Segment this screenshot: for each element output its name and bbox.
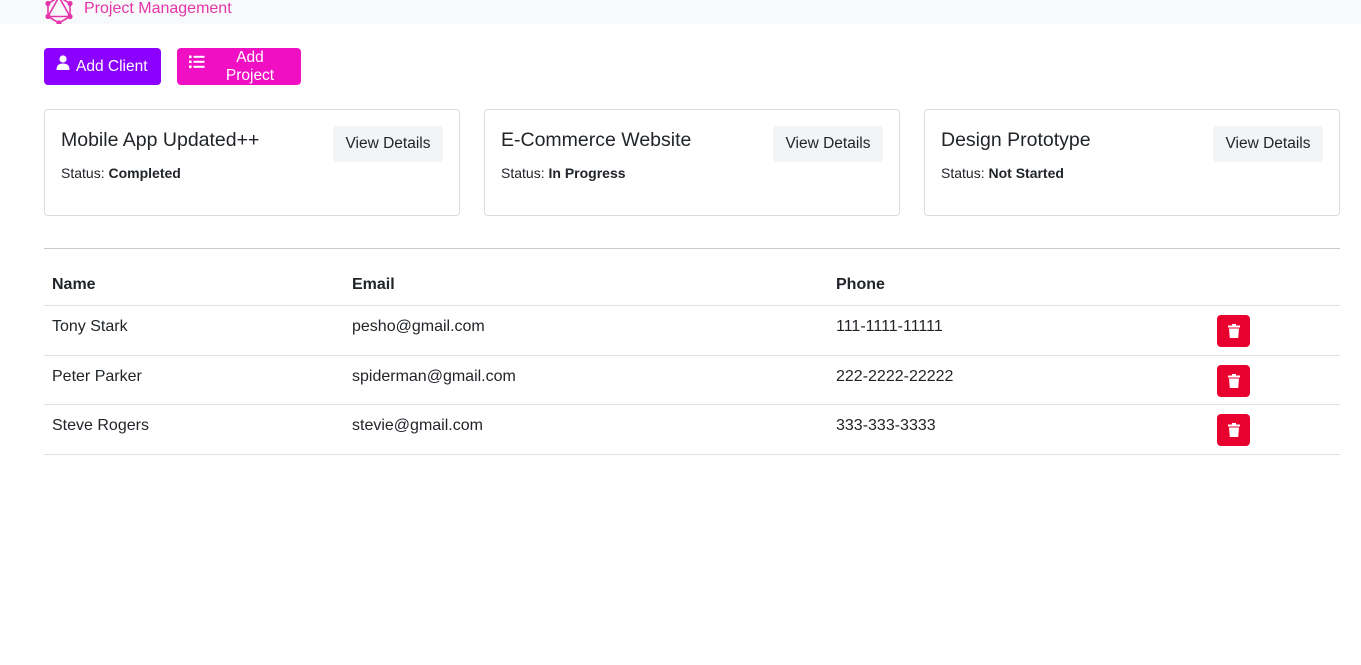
client-name: Steve Rogers (52, 417, 149, 434)
view-details-button[interactable]: View Details (333, 126, 443, 162)
client-email: stevie@gmail.com (352, 417, 483, 434)
delete-client-button[interactable] (1217, 414, 1250, 446)
header-email: Email (352, 276, 395, 293)
table-row: Steve Rogers stevie@gmail.com 333-333-33… (44, 405, 1340, 455)
add-project-label: Add Project (225, 48, 275, 84)
project-cards: Mobile App Updated++ Status: Completed V… (44, 109, 1340, 216)
project-status: Status: Completed (61, 165, 181, 181)
status-value: In Progress (548, 165, 626, 181)
navbar: Project Management (0, 0, 1361, 24)
table-header-row: Name Email Phone (44, 266, 1340, 306)
project-card: E-Commerce Website Status: In Progress V… (484, 109, 900, 216)
project-card: Mobile App Updated++ Status: Completed V… (44, 109, 460, 216)
delete-client-button[interactable] (1217, 315, 1250, 347)
add-client-button[interactable]: Add Client (44, 48, 161, 85)
project-card: Design Prototype Status: Not Started Vie… (924, 109, 1340, 216)
brand-link[interactable]: Project Management (44, 0, 232, 24)
section-divider (44, 248, 1340, 249)
project-title: E-Commerce Website (501, 129, 692, 151)
project-status: Status: Not Started (941, 165, 1064, 181)
view-details-button[interactable]: View Details (1213, 126, 1323, 162)
project-title: Design Prototype (941, 129, 1091, 151)
client-email: pesho@gmail.com (352, 318, 485, 335)
add-client-label: Add Client (76, 57, 148, 75)
brand-title: Project Management (84, 0, 232, 17)
trash-icon (1227, 324, 1240, 338)
clients-table: Name Email Phone Tony Stark pesho@gmail.… (44, 266, 1340, 455)
status-value: Not Started (988, 165, 1064, 181)
add-project-button[interactable]: Add Project (177, 48, 301, 85)
client-phone: 111-1111-11111 (836, 318, 943, 335)
trash-icon (1227, 373, 1240, 388)
project-status: Status: In Progress (501, 165, 626, 181)
client-phone: 333-333-3333 (836, 417, 936, 434)
view-details-button[interactable]: View Details (773, 126, 883, 162)
table-row: Tony Stark pesho@gmail.com 111-1111-1111… (44, 306, 1340, 356)
trash-icon (1227, 423, 1240, 437)
delete-client-button[interactable] (1217, 364, 1250, 397)
action-bar: Add Client Add Project (44, 48, 301, 85)
client-phone: 222-2222-22222 (836, 367, 954, 385)
graphql-logo-icon (44, 0, 74, 24)
header-name: Name (52, 276, 96, 293)
status-value: Completed (108, 165, 181, 181)
client-name: Tony Stark (52, 318, 128, 335)
client-email: spiderman@gmail.com (352, 367, 516, 385)
list-icon (189, 55, 205, 73)
header-phone: Phone (836, 276, 885, 293)
project-title: Mobile App Updated++ (61, 129, 260, 151)
table-row: Peter Parker spiderman@gmail.com 222-222… (44, 356, 1340, 405)
user-icon (56, 54, 70, 73)
client-name: Peter Parker (52, 367, 142, 385)
